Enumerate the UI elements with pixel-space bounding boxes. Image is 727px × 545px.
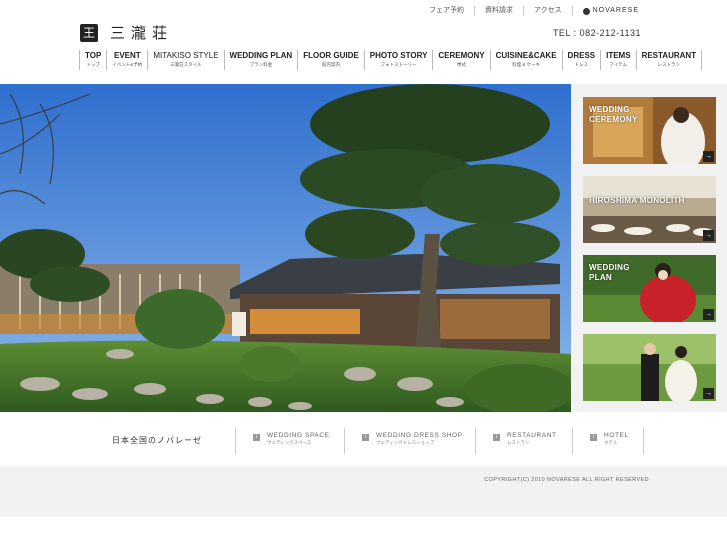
copyright-text: COPYRIGHT(C) 2010 NOVARESE ALL RIGHT RES… (484, 477, 649, 483)
group-link-sublabel: レストラン (507, 440, 530, 445)
group-link-hotel[interactable]: i HOTEL ホテル (572, 428, 644, 454)
nav-item-label: FLOOR GUIDE (303, 51, 359, 60)
card-label: WEDDING CEREMONY (589, 105, 638, 124)
group-link-label: HOTEL (604, 432, 629, 439)
logo-text: 三瀧荘 (110, 24, 174, 42)
nav-item-event[interactable]: EVENT イベント&予約 (106, 50, 147, 70)
nav-item-label: WEDDING PLAN (229, 51, 293, 60)
nav-item-sublabel: アイテム (609, 62, 628, 67)
nav-item-floor-guide[interactable]: FLOOR GUIDE 館内案内 (297, 50, 364, 70)
arrow-right-icon: → (703, 230, 714, 241)
nav-item-label: ITEMS (606, 51, 631, 60)
site-header: 王 三瀧荘 フェア予約 資料請求 アクセス NOVARESE TEL : 082… (0, 0, 727, 84)
card-wedding-ceremony[interactable]: WEDDING CEREMONY → (583, 97, 716, 164)
group-link-sublabel: ウェディングドレスショップ (376, 440, 435, 445)
group-link-sublabel: ウェディングスペース (267, 440, 312, 445)
telephone-number: TEL : 082-212-1131 (552, 28, 641, 38)
nav-item-sublabel: 挙式 (457, 62, 467, 67)
nav-item-sublabel: ドレス (574, 62, 589, 67)
nav-item-label: PHOTO STORY (369, 51, 428, 60)
nav-item-top[interactable]: TOP トップ (79, 50, 106, 70)
card-label: WEDDING PLAN (589, 263, 630, 282)
brand-dot-icon (582, 7, 590, 15)
nav-item-sublabel: 三瀧荘スタイル (170, 62, 202, 67)
group-link-dress-shop[interactable]: i WEDDING DRESS SHOP ウェディングドレスショップ (344, 428, 463, 454)
nav-item-cuisine-cake[interactable]: CUISINE&CAKE 料理 & ケーキ (489, 50, 562, 70)
nav-item-label: TOP (85, 51, 102, 60)
brand-name: NOVARESE (592, 7, 639, 14)
group-link-label: WEDDING DRESS SHOP (376, 432, 463, 439)
nav-item-sublabel: 館内案内 (321, 62, 340, 67)
info-icon: i (590, 434, 597, 441)
nav-item-label: RESTAURANT (641, 51, 697, 60)
card-couple-photo[interactable]: → (583, 334, 716, 401)
info-icon: i (493, 434, 500, 441)
nav-item-photo-story[interactable]: PHOTO STORY フォトストーリー (363, 50, 433, 70)
utility-nav: フェア予約 資料請求 アクセス NOVARESE (419, 0, 649, 22)
site-footer: COPYRIGHT(C) 2010 NOVARESE ALL RIGHT RES… (0, 466, 727, 517)
arrow-right-icon: → (703, 388, 714, 399)
nav-item-ceremony[interactable]: CEREMONY 挙式 (432, 50, 489, 70)
utility-link-brochure[interactable]: 資料請求 (473, 6, 523, 16)
card-hiroshima-monolith[interactable]: HIROSHIMA MONOLITH → (583, 176, 716, 243)
feature-side-panel: WEDDING CEREMONY → HIROSHIMA MONOLITH → W… (571, 84, 727, 412)
card-label: HIROSHIMA MONOLITH (589, 196, 685, 205)
nav-item-label: CEREMONY (438, 51, 485, 60)
group-link-sublabel: ホテル (604, 440, 618, 445)
group-links-bar: 日本全国のノバレーゼ i WEDDING SPACE ウェディングスペース i … (0, 412, 727, 466)
novarese-brand-link[interactable]: NOVARESE (571, 6, 649, 16)
group-link-label: WEDDING SPACE (267, 432, 330, 439)
site-logo[interactable]: 王 三瀧荘 (80, 22, 173, 43)
global-nav: TOP トップ EVENT イベント&予約 MITAKISO STYLE 三瀧荘スタイ… (79, 50, 703, 70)
nav-item-label: DRESS (567, 51, 596, 60)
utility-link-access[interactable]: アクセス (522, 6, 572, 16)
hero-garden-image (0, 84, 571, 412)
nav-item-items[interactable]: ITEMS アイテム (600, 50, 635, 70)
group-tagline: 日本全国のノバレーゼ (112, 436, 202, 445)
info-icon: i (362, 434, 369, 441)
group-link-restaurant[interactable]: i RESTAURANT レストラン (475, 428, 557, 454)
nav-item-label: MITAKISO STYLE (153, 51, 219, 60)
nav-item-sublabel: トップ (86, 62, 100, 67)
nav-item-sublabel: レストラン (657, 62, 681, 67)
arrow-right-icon: → (703, 151, 714, 162)
logo-mark-icon: 王 (80, 23, 98, 42)
nav-item-sublabel: イベント&予約 (112, 62, 143, 67)
nav-item-sublabel: 料理 & ケーキ (512, 62, 541, 67)
nav-item-dress[interactable]: DRESS ドレス (561, 50, 601, 70)
nav-item-restaurant[interactable]: RESTAURANT レストラン (635, 50, 703, 70)
info-icon: i (253, 434, 260, 441)
group-link-wedding-space[interactable]: i WEDDING SPACE ウェディングスペース (235, 428, 330, 454)
nav-item-sublabel: フォトストーリー (380, 62, 417, 67)
nav-item-label: CUISINE&CAKE (495, 51, 557, 60)
nav-item-label: EVENT (113, 51, 141, 60)
arrow-right-icon: → (703, 309, 714, 320)
nav-item-mitakiso-style[interactable]: MITAKISO STYLE 三瀧荘スタイル (147, 50, 223, 70)
nav-item-sublabel: プラン料金 (249, 62, 273, 67)
card-wedding-plan[interactable]: WEDDING PLAN → (583, 255, 716, 322)
group-link-label: RESTAURANT (507, 432, 557, 439)
utility-link-fair[interactable]: フェア予約 (419, 6, 474, 16)
nav-item-wedding-plan[interactable]: WEDDING PLAN プラン料金 (223, 50, 298, 70)
